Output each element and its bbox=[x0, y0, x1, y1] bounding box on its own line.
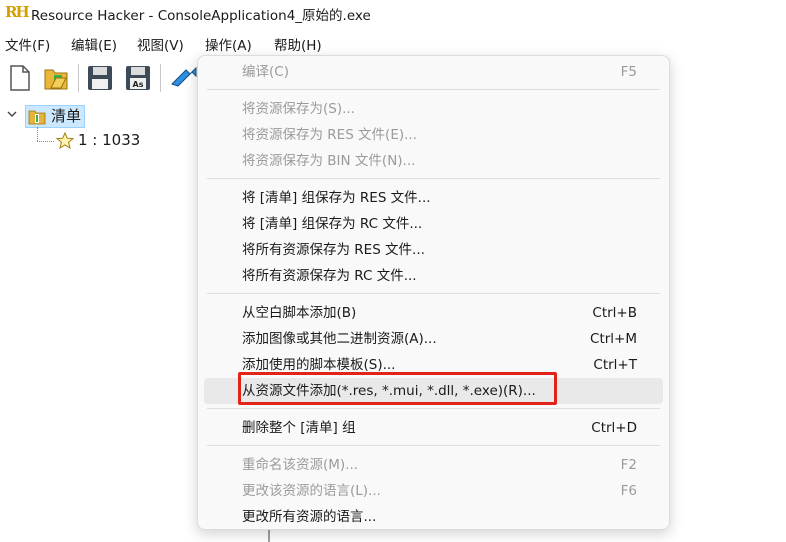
menu-separator bbox=[207, 293, 660, 294]
menu-item-save-group-res[interactable]: 将 [清单] 组保存为 RES 文件... bbox=[204, 185, 663, 211]
svg-text:As: As bbox=[133, 80, 144, 89]
app-logo-icon: RH bbox=[5, 3, 30, 21]
menu-item-rename-resource[interactable]: 重命名该资源(M)... F2 bbox=[204, 452, 663, 478]
tree-node-manifest[interactable]: 清单 bbox=[25, 105, 86, 128]
menu-item-save-resource-as[interactable]: 将资源保存为(S)... bbox=[204, 96, 663, 122]
menu-view[interactable]: 视图(V) bbox=[137, 34, 184, 54]
menu-item-compile[interactable]: 编译(C) F5 bbox=[204, 59, 663, 85]
toolbar-separator bbox=[78, 64, 79, 92]
menu-separator bbox=[207, 89, 660, 90]
compile-arrow-icon[interactable] bbox=[168, 62, 200, 94]
tree-connector bbox=[37, 141, 54, 142]
menu-item-add-binary-resource[interactable]: 添加图像或其他二进制资源(A)... Ctrl+M bbox=[204, 326, 663, 352]
menu-help[interactable]: 帮助(H) bbox=[274, 34, 322, 54]
menu-action[interactable]: 操作(A) bbox=[205, 34, 252, 54]
tree-node-resource[interactable]: 1 : 1033 bbox=[56, 130, 140, 151]
chevron-down-icon[interactable] bbox=[6, 108, 18, 120]
star-icon bbox=[56, 132, 74, 149]
action-dropdown-menu: 编译(C) F5 将资源保存为(S)... 将资源保存为 RES 文件(E)..… bbox=[197, 55, 670, 530]
save-icon[interactable] bbox=[84, 62, 116, 94]
open-folder-icon[interactable] bbox=[40, 62, 72, 94]
menu-item-save-all-res[interactable]: 将所有资源保存为 RES 文件... bbox=[204, 237, 663, 263]
pane-splitter[interactable] bbox=[268, 530, 270, 542]
new-file-icon[interactable] bbox=[4, 62, 36, 94]
menu-separator bbox=[207, 408, 660, 409]
menu-separator bbox=[207, 178, 660, 179]
toolbar-separator bbox=[160, 64, 161, 92]
save-as-icon[interactable]: As bbox=[122, 62, 154, 94]
annotation-highlight-box bbox=[238, 372, 557, 405]
menu-item-save-all-rc[interactable]: 将所有资源保存为 RC 文件... bbox=[204, 263, 663, 289]
menu-item-save-group-rc[interactable]: 将 [清单] 组保存为 RC 文件... bbox=[204, 211, 663, 237]
toolbar: As bbox=[0, 58, 200, 98]
menu-item-delete-group[interactable]: 删除整个 [清单] 组 Ctrl+D bbox=[204, 415, 663, 441]
tree-node-label: 清单 bbox=[51, 107, 82, 125]
menu-item-change-all-languages[interactable]: 更改所有资源的语言... bbox=[204, 504, 663, 530]
menu-item-add-blank-script[interactable]: 从空白脚本添加(B) Ctrl+B bbox=[204, 300, 663, 326]
menu-edit[interactable]: 编辑(E) bbox=[71, 34, 117, 54]
title-bar: RH Resource Hacker - ConsoleApplication4… bbox=[0, 0, 786, 26]
menu-item-save-resource-res[interactable]: 将资源保存为 RES 文件(E)... bbox=[204, 122, 663, 148]
menu-item-save-resource-bin[interactable]: 将资源保存为 BIN 文件(N)... bbox=[204, 148, 663, 174]
open-folder-icon bbox=[28, 110, 46, 125]
window-title: Resource Hacker - ConsoleApplication4_原始… bbox=[31, 8, 371, 24]
tree-connector bbox=[37, 127, 38, 141]
tree-node-label: 1 : 1033 bbox=[78, 131, 141, 149]
menu-item-change-resource-language[interactable]: 更改该资源的语言(L)... F6 bbox=[204, 478, 663, 504]
menu-separator bbox=[207, 445, 660, 446]
menu-file[interactable]: 文件(F) bbox=[5, 34, 50, 54]
menu-bar: 文件(F) 编辑(E) 视图(V) 操作(A) 帮助(H) bbox=[0, 31, 786, 55]
